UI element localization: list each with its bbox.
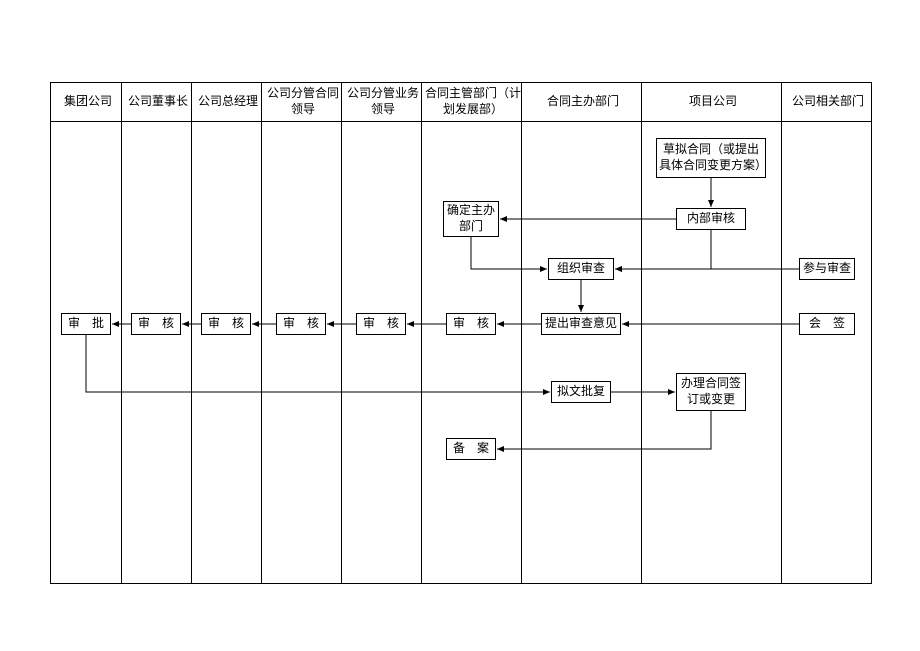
col-sep <box>341 83 342 583</box>
node-review-4: 审 核 <box>356 313 406 335</box>
diagram-wrapper: 集团公司 公司董事长 公司总经理 公司分管合同领导 公司分管业务领导 合同主管部… <box>0 0 920 651</box>
col-sep <box>521 83 522 583</box>
col-sep <box>261 83 262 583</box>
lane-header: 合同主管部门（计划发展部） <box>421 83 525 121</box>
node-archive: 备 案 <box>446 438 496 460</box>
col-sep <box>781 83 782 583</box>
lane-header: 公司总经理 <box>191 83 265 121</box>
node-determine-dept: 确定主办部门 <box>443 201 499 237</box>
col-sep <box>641 83 642 583</box>
lane-header: 合同主办部门 <box>521 83 645 121</box>
swimlane-frame: 集团公司 公司董事长 公司总经理 公司分管合同领导 公司分管业务领导 合同主管部… <box>50 82 872 584</box>
lane-header: 公司分管合同领导 <box>261 83 345 121</box>
node-opinion: 提出审查意见 <box>541 313 621 335</box>
node-org-review: 组织审查 <box>548 258 614 280</box>
lane-header: 公司相关部门 <box>781 83 875 121</box>
node-draft: 草拟合同（或提出具体合同变更方案） <box>656 138 766 178</box>
col-sep <box>191 83 192 583</box>
node-review-2: 审 核 <box>201 313 251 335</box>
lane-header: 项目公司 <box>641 83 785 121</box>
node-review-3: 审 核 <box>276 313 326 335</box>
node-cosign: 会 签 <box>799 313 855 335</box>
header-sep <box>51 121 871 122</box>
node-reply-doc: 拟文批复 <box>551 381 611 403</box>
col-sep <box>421 83 422 583</box>
node-internal-review: 内部审核 <box>676 208 746 230</box>
lane-header: 集团公司 <box>51 83 125 121</box>
node-review-1: 审 核 <box>131 313 181 335</box>
col-sep <box>121 83 122 583</box>
lane-header: 公司董事长 <box>121 83 195 121</box>
node-join-review: 参与审查 <box>799 258 855 280</box>
lane-header: 公司分管业务领导 <box>341 83 425 121</box>
node-handle: 办理合同签订或变更 <box>676 373 746 411</box>
node-review-5: 审 核 <box>446 313 496 335</box>
node-approve: 审 批 <box>61 313 111 335</box>
